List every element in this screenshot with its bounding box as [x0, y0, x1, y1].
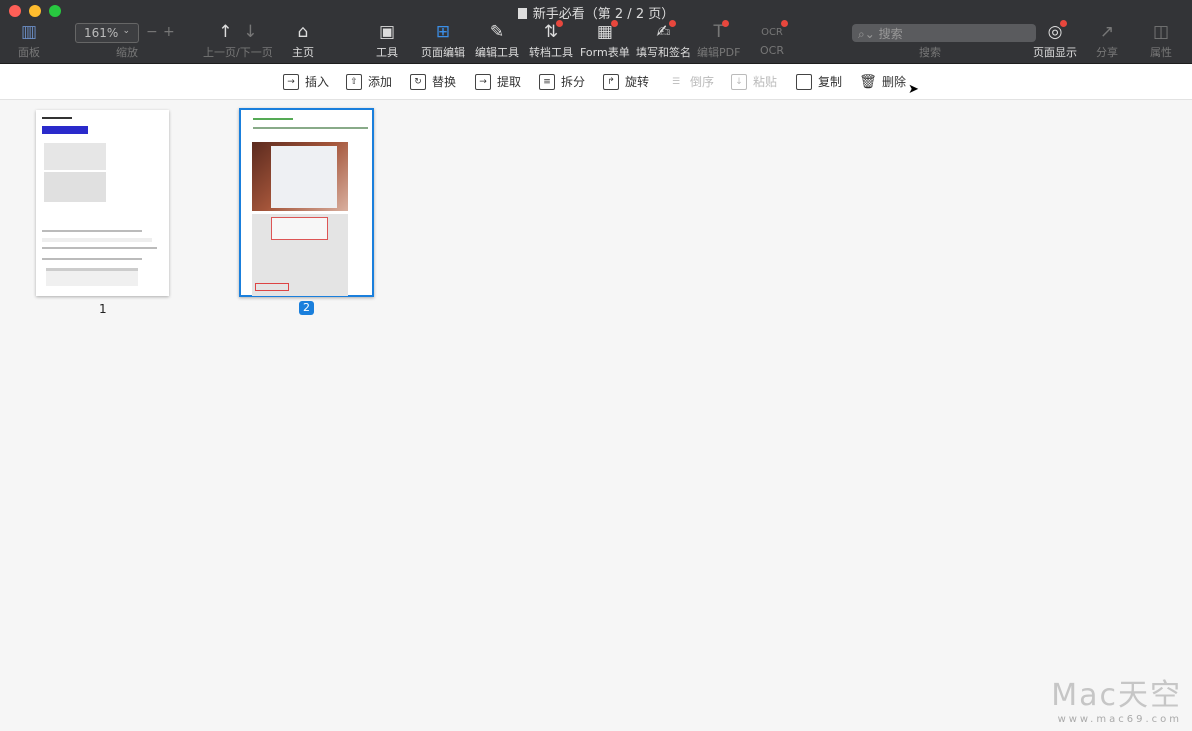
search-label: 搜索: [919, 46, 941, 59]
edit-tools-button[interactable]: ✎ 编辑工具: [475, 22, 519, 60]
properties-button[interactable]: ◫ 属性: [1150, 22, 1172, 60]
prev-next-buttons[interactable]: ↑ ↓ 上一页/下一页: [203, 22, 273, 60]
prev-next-label: 上一页/下一页: [203, 46, 273, 59]
edit-icon: ✎: [489, 22, 505, 42]
rotate-button[interactable]: ↱ 旋转: [603, 73, 649, 90]
insert-icon: →: [283, 73, 299, 90]
split-label: 拆分: [561, 75, 586, 89]
replace-button[interactable]: ↻ 替换: [410, 73, 456, 90]
form-label: Form表单: [580, 46, 630, 59]
watermark-url: www.mac69.com: [1057, 714, 1182, 725]
page-edit-toolbar: → 插入 ⇧ 添加 ↻ 替换 → 提取 ≡ 拆分 ↱ 旋转 ☰ 倒序 ↓ 粘贴 复制 🗑 删除 ➤: [0, 64, 1192, 100]
share-label: 分享: [1096, 46, 1118, 59]
insert-label: 插入: [305, 75, 330, 89]
edit-pdf-button[interactable]: T 编辑PDF: [697, 20, 741, 60]
convert-button[interactable]: ⇅ 转档工具: [529, 20, 573, 60]
page-number-2: 2: [299, 301, 314, 315]
document-icon: [517, 8, 527, 19]
share-icon: ↗: [1099, 22, 1115, 42]
home-button[interactable]: ⌂ 主页: [292, 22, 314, 60]
page-display-button[interactable]: ◎ 页面显示: [1033, 20, 1077, 60]
fill-sign-label: 填写和签名: [636, 46, 691, 59]
convert-label: 转档工具: [529, 46, 573, 59]
rotate-icon: ↱: [603, 73, 619, 90]
split-icon: ≡: [539, 73, 555, 90]
ocr-label: OCR: [760, 44, 784, 57]
arrow-up-icon[interactable]: ↑: [218, 22, 232, 42]
page-thumbnail-1[interactable]: [36, 110, 169, 296]
chevron-down-icon: ⌄: [122, 26, 130, 36]
search-placeholder: 搜索: [878, 27, 903, 41]
add-button[interactable]: ⇧ 添加: [346, 73, 392, 90]
delete-button[interactable]: 🗑 删除: [859, 73, 907, 90]
page-display-label: 页面显示: [1033, 46, 1077, 59]
watermark-brand: Mac天空: [1051, 678, 1182, 713]
window-title: 新手必看（第 2 / 2 页）: [0, 3, 1192, 22]
home-label: 主页: [292, 46, 314, 59]
page-display-icon: ◎: [1048, 20, 1068, 42]
properties-label: 属性: [1150, 46, 1172, 59]
toolbox-icon: ▣: [378, 22, 396, 42]
arrows: ↑ ↓: [218, 22, 257, 42]
page-thumbnail-2[interactable]: [239, 108, 374, 297]
convert-icon: ⇅: [544, 20, 564, 42]
window-title-text: 新手必看（第 2 / 2 页）: [532, 7, 675, 22]
split-button[interactable]: ≡ 拆分: [539, 73, 585, 90]
watermark: Mac天空 www.mac69.com: [1051, 670, 1182, 725]
panel-button[interactable]: ▥ 面板: [18, 22, 40, 60]
page-number-1: 1: [99, 302, 107, 316]
title-bar: 新手必看（第 2 / 2 页） ▥ 面板 161% ⌄ − + 缩放 ↑ ↓ 上一页…: [0, 0, 1192, 64]
zoom-value: 161%: [84, 26, 119, 40]
ocr-icon: OCR: [761, 20, 788, 42]
text-icon: T: [714, 20, 729, 42]
mouse-cursor: ➤: [908, 82, 919, 97]
reverse-icon: ☰: [671, 76, 681, 87]
reverse-button[interactable]: ☰ 倒序: [668, 73, 714, 90]
search-icon: ⌕⌄: [858, 27, 875, 41]
zoom-in-button[interactable]: +: [163, 24, 175, 40]
share-button[interactable]: ↗ 分享: [1096, 22, 1118, 60]
insert-button[interactable]: → 插入: [283, 73, 329, 90]
reverse-label: 倒序: [690, 75, 715, 89]
zoom-label: 缩放: [116, 46, 138, 59]
table-icon: ▦: [597, 20, 618, 42]
copy-label: 复制: [818, 75, 843, 89]
ocr-button[interactable]: OCR OCR: [760, 20, 788, 57]
page-edit-button[interactable]: ⊞ 页面编辑: [421, 22, 465, 60]
page-edit-label: 页面编辑: [421, 46, 465, 59]
replace-label: 替换: [432, 75, 457, 89]
edit-pdf-label: 编辑PDF: [697, 46, 741, 59]
extract-icon: →: [475, 73, 491, 90]
tools-label: 工具: [376, 46, 398, 59]
paste-button[interactable]: ↓ 粘贴: [731, 73, 777, 90]
zoom-select[interactable]: 161% ⌄: [75, 23, 139, 43]
copy-icon: [796, 73, 812, 90]
delete-label: 删除: [882, 75, 907, 89]
replace-icon: ↻: [410, 73, 426, 90]
paste-label: 粘贴: [753, 75, 778, 89]
form-button[interactable]: ▦ Form表单: [580, 20, 630, 60]
extract-button[interactable]: → 提取: [475, 73, 521, 90]
search-input[interactable]: ⌕⌄ 搜索: [852, 24, 1036, 42]
tools-button[interactable]: ▣ 工具: [376, 22, 398, 60]
trash-icon: 🗑: [859, 73, 877, 90]
extract-label: 提取: [497, 75, 522, 89]
add-icon: ⇧: [346, 73, 362, 90]
sidebar-icon: ▥: [20, 22, 38, 42]
edit-tools-label: 编辑工具: [475, 46, 519, 59]
add-label: 添加: [368, 75, 393, 89]
rotate-label: 旋转: [625, 75, 650, 89]
arrow-down-icon[interactable]: ↓: [243, 22, 257, 42]
copy-button[interactable]: 复制: [796, 73, 842, 90]
home-icon: ⌂: [297, 22, 309, 42]
sign-icon: ✍: [656, 20, 676, 42]
properties-panel-icon: ◫: [1152, 22, 1170, 42]
grid-icon: ⊞: [435, 22, 451, 42]
zoom-out-button[interactable]: −: [146, 24, 158, 40]
fill-sign-button[interactable]: ✍ 填写和签名: [636, 20, 691, 60]
paste-icon: ↓: [731, 73, 747, 90]
panel-label: 面板: [18, 46, 40, 59]
